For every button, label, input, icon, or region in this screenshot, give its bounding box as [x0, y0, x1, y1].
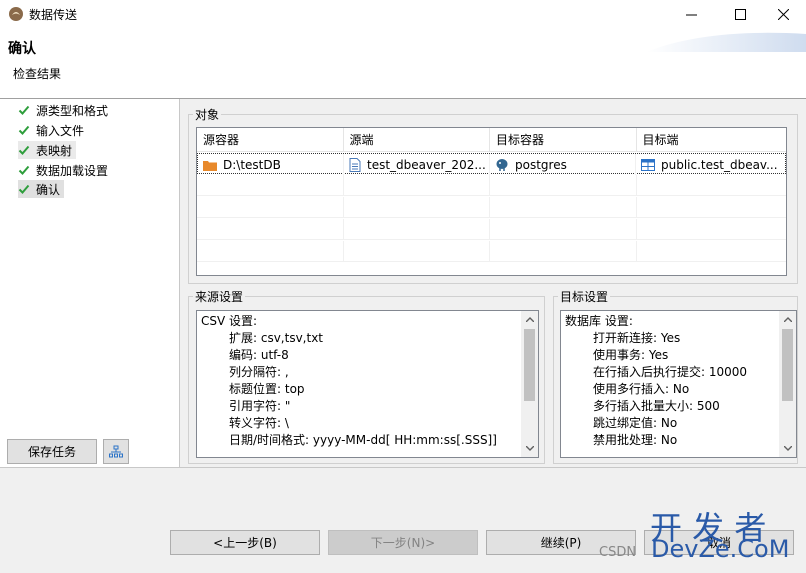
- step-table-mapping[interactable]: 表映射: [18, 141, 77, 159]
- maximize-icon: [734, 8, 746, 20]
- cell-text: test_dbeaver_202...: [367, 157, 486, 172]
- check-icon: [18, 125, 30, 135]
- source-setting-line: 编码: utf-8: [229, 348, 289, 362]
- column-header-target[interactable]: 目标端: [637, 128, 786, 152]
- header-decoration: [646, 32, 806, 52]
- source-setting-line: 引用字符: ": [229, 399, 291, 413]
- window-title: 数据传送: [29, 8, 78, 22]
- cell-text: postgres: [515, 157, 567, 172]
- source-setting-line: 列分隔符: ,: [229, 365, 289, 379]
- app-icon: [9, 7, 23, 21]
- back-button[interactable]: <上一步(B): [170, 530, 320, 555]
- empty-row: [197, 241, 786, 262]
- maximize-button[interactable]: [717, 0, 763, 28]
- check-icon: [18, 105, 30, 115]
- source-setting-line: 标题位置: top: [229, 382, 305, 396]
- table-header: 源容器 源端 目标容器 目标端: [197, 128, 786, 152]
- source-setting-line: 日期/时间格式: yyyy-MM-dd[ HH:mm:ss[.SSS]]: [229, 433, 497, 447]
- chevron-up-icon: [525, 317, 534, 322]
- objects-group-label: 对象: [193, 106, 222, 123]
- cell-source: test_dbeaver_202...: [344, 154, 490, 175]
- target-settings-textbox[interactable]: 数据库 设置: 打开新连接: Yes 使用事务: Yes 在行插入后执行提交: …: [560, 310, 797, 458]
- cell-target: public.test_dbeav...: [636, 154, 785, 175]
- save-task-button[interactable]: 保存任务: [7, 439, 97, 464]
- source-settings-heading: CSV 设置:: [201, 314, 258, 328]
- step-label: 数据加载设置: [36, 163, 109, 178]
- target-setting-line: 使用多行插入: No: [593, 382, 690, 396]
- wizard-steps-panel: 源类型和格式 输入文件 表映射 数据加载设置 确认: [0, 99, 180, 467]
- table-row[interactable]: D:\testDB test_dbeaver_202... postgres p…: [197, 153, 786, 175]
- file-icon: [349, 157, 361, 172]
- check-icon: [18, 145, 30, 155]
- source-setting-line: 扩展: csv,tsv,txt: [229, 331, 324, 345]
- page-title: 确认: [8, 41, 36, 57]
- scroll-up-arrow[interactable]: [521, 311, 538, 328]
- column-header-target-container[interactable]: 目标容器: [490, 128, 637, 152]
- close-button[interactable]: [760, 0, 806, 28]
- step-label: 输入文件: [36, 123, 85, 138]
- step-label: 表映射: [36, 143, 73, 158]
- target-settings-heading: 数据库 设置:: [565, 314, 633, 328]
- cell-source-container: D:\testDB: [198, 154, 344, 175]
- column-header-source[interactable]: 源端: [344, 128, 490, 152]
- close-icon: [777, 8, 789, 20]
- column-header-source-container[interactable]: 源容器: [197, 128, 344, 152]
- network-icon: [109, 445, 123, 457]
- scroll-down-arrow[interactable]: [521, 440, 538, 457]
- target-settings-label: 目标设置: [558, 288, 611, 305]
- empty-row: [197, 175, 786, 196]
- step-data-load-settings[interactable]: 数据加载设置: [18, 161, 112, 179]
- scroll-thumb[interactable]: [524, 329, 535, 401]
- step-label: 确认: [36, 182, 61, 197]
- source-settings-textbox[interactable]: CSV 设置: 扩展: csv,tsv,txt 编码: utf-8 列分隔符: …: [196, 310, 539, 458]
- step-confirm[interactable]: 确认: [18, 180, 65, 198]
- folder-icon: [203, 160, 217, 171]
- devze-watermark-en: DevZe.CoM: [651, 535, 790, 563]
- csdn-watermark: CSDN: [599, 545, 637, 560]
- next-button[interactable]: 下一步(N)>: [328, 530, 478, 555]
- target-setting-line: 打开新连接: Yes: [593, 331, 681, 345]
- page-header: 确认 检查结果: [0, 28, 806, 98]
- target-scrollbar[interactable]: [779, 311, 796, 457]
- minimize-button[interactable]: [668, 0, 714, 28]
- postgres-icon: [496, 158, 508, 171]
- table-icon: [641, 158, 655, 171]
- objects-table: 源容器 源端 目标容器 目标端 D:\testDB test_dbeaver_2…: [196, 127, 787, 276]
- step-input-files[interactable]: 输入文件: [18, 121, 88, 139]
- page-subtitle: 检查结果: [13, 67, 62, 81]
- source-settings-label: 来源设置: [193, 288, 246, 305]
- cell-text: D:\testDB: [223, 157, 281, 172]
- target-setting-line: 使用事务: Yes: [593, 348, 669, 362]
- scroll-thumb[interactable]: [782, 329, 793, 401]
- source-setting-line: 转义字符: \: [229, 416, 289, 430]
- cell-text: public.test_dbeav...: [661, 157, 778, 172]
- chevron-up-icon: [783, 317, 792, 322]
- scroll-up-arrow[interactable]: [779, 311, 796, 328]
- check-icon: [18, 165, 30, 175]
- chevron-down-icon: [783, 446, 792, 451]
- chevron-down-icon: [525, 446, 534, 451]
- target-setting-line: 禁用批处理: No: [593, 433, 678, 447]
- step-label: 源类型和格式: [36, 103, 109, 118]
- target-setting-line: 在行插入后执行提交: 10000: [593, 365, 748, 379]
- minimize-icon: [685, 14, 697, 15]
- empty-row: [197, 197, 786, 218]
- check-icon: [18, 184, 30, 194]
- target-setting-line: 跳过绑定值: No: [593, 416, 678, 430]
- window-titlebar: 数据传送: [0, 0, 806, 28]
- empty-row: [197, 219, 786, 240]
- cell-target-container: postgres: [490, 154, 636, 175]
- step-source-type[interactable]: 源类型和格式: [18, 101, 112, 119]
- source-scrollbar[interactable]: [521, 311, 538, 457]
- target-setting-line: 多行插入批量大小: 500: [593, 399, 720, 413]
- scroll-down-arrow[interactable]: [779, 440, 796, 457]
- task-config-button[interactable]: [103, 439, 129, 464]
